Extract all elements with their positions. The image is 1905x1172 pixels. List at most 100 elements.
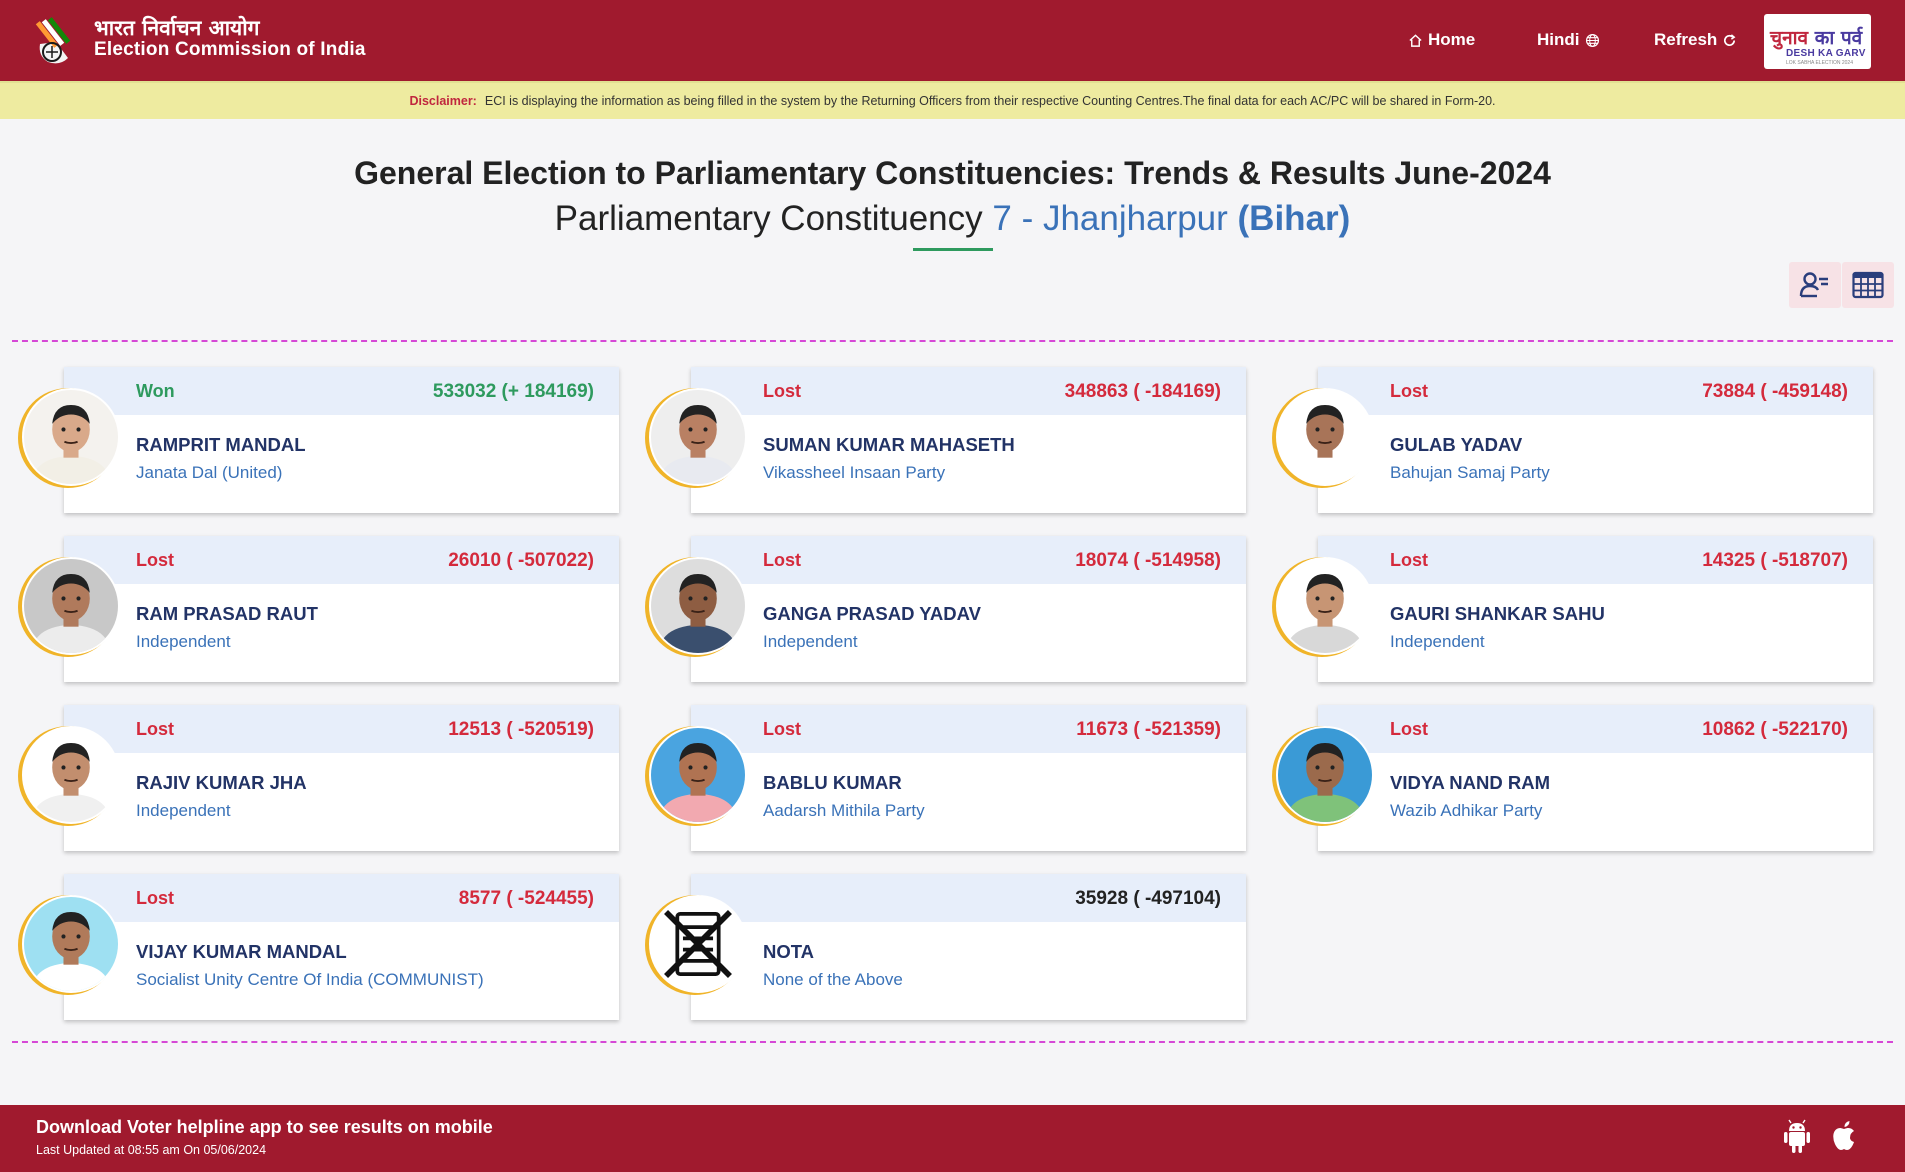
avatar-ring xyxy=(1272,726,1374,826)
avatar xyxy=(649,557,747,655)
footer-app-promo: Download Voter helpline app to see resul… xyxy=(36,1117,493,1137)
android-icon[interactable] xyxy=(1781,1119,1813,1155)
candidates-grid: Won 533032 (+ 184169) RAMPRIT MANDAL Janata… xyxy=(0,0,1905,1172)
candidate-name: GULAB YADAV xyxy=(1390,434,1523,455)
card-header: Lost 14325 ( -518707) xyxy=(1318,536,1873,584)
candidate-card[interactable]: Lost 14325 ( -518707) GAURI SHANKAR SAHU In… xyxy=(1272,536,1873,682)
avatar-ring xyxy=(18,557,120,657)
candidate-name: BABLU KUMAR xyxy=(763,772,902,793)
candidate-photo xyxy=(1278,559,1372,653)
candidate-card[interactable]: Lost 10862 ( -522170) VIDYA NAND RAM Wazib … xyxy=(1272,705,1873,851)
card-header: Lost 73884 ( -459148) xyxy=(1318,367,1873,415)
card-header: Lost 348863 ( -184169) xyxy=(691,367,1246,415)
result-status: Won xyxy=(136,381,175,401)
candidate-party: Aadarsh Mithila Party xyxy=(763,801,925,820)
candidate-name: NOTA xyxy=(763,941,815,962)
vote-count: 18074 ( -514958) xyxy=(1075,550,1221,571)
divider-bottom xyxy=(12,1041,1893,1043)
result-status: Lost xyxy=(136,888,174,908)
candidate-card[interactable]: Lost 26010 ( -507022) RAM PRASAD RAUT Indep… xyxy=(18,536,619,682)
candidate-name: RAM PRASAD RAUT xyxy=(136,603,318,624)
avatar-ring xyxy=(645,726,747,826)
avatar-ring xyxy=(645,388,747,488)
candidate-card[interactable]: Lost 12513 ( -520519) RAJIV KUMAR JHA Indep… xyxy=(18,705,619,851)
nota-icon xyxy=(651,897,745,991)
vote-count: 11673 ( -521359) xyxy=(1076,719,1221,740)
card-header: Lost 11673 ( -521359) xyxy=(691,705,1246,753)
candidate-photo xyxy=(24,897,118,991)
avatar-ring xyxy=(18,388,120,488)
vote-count: 26010 ( -507022) xyxy=(448,550,594,571)
candidate-photo xyxy=(651,559,745,653)
candidate-name: RAJIV KUMAR JHA xyxy=(136,772,307,793)
vote-count: 533032 (+ 184169) xyxy=(432,381,594,402)
candidate-name: GAURI SHANKAR SAHU xyxy=(1390,603,1605,624)
candidate-photo xyxy=(1278,390,1372,484)
card-header: Lost 10862 ( -522170) xyxy=(1318,705,1873,753)
card-header: 35928 ( -497104) xyxy=(691,874,1246,922)
card-header: Lost 8577 ( -524455) xyxy=(64,874,619,922)
candidate-name: SUMAN KUMAR MAHASETH xyxy=(763,434,1015,455)
candidate-party: Independent xyxy=(1390,632,1485,651)
vote-count: 14325 ( -518707) xyxy=(1702,550,1848,571)
result-status: Lost xyxy=(1390,719,1428,739)
candidate-party: Janata Dal (United) xyxy=(136,463,283,482)
result-status: Lost xyxy=(1390,550,1428,570)
candidate-party: Independent xyxy=(763,632,858,651)
candidate-photo xyxy=(24,390,118,484)
avatar-ring xyxy=(645,895,747,995)
candidate-party: Independent xyxy=(136,801,231,820)
avatar xyxy=(22,557,120,655)
candidate-photo xyxy=(651,728,745,822)
candidate-party: Wazib Adhikar Party xyxy=(1390,801,1543,820)
vote-count: 73884 ( -459148) xyxy=(1702,381,1848,402)
avatar-ring xyxy=(645,557,747,657)
result-status: Lost xyxy=(763,381,801,401)
candidate-party: Independent xyxy=(136,632,231,651)
candidate-party: Socialist Unity Centre Of India (COMMUNI… xyxy=(136,970,484,989)
candidate-card[interactable]: 35928 ( -497104) NOTA None of the Above xyxy=(645,874,1246,1020)
avatar xyxy=(649,388,747,486)
candidate-card[interactable]: Lost 11673 ( -521359) BABLU KUMAR Aadarsh M… xyxy=(645,705,1246,851)
footer-last-updated: Last Updated at 08:55 am On 05/06/2024 xyxy=(36,1143,267,1157)
candidate-card[interactable]: Lost 348863 ( -184169) SUMAN KUMAR MAHASET… xyxy=(645,367,1246,513)
candidate-photo xyxy=(651,390,745,484)
card-header: Lost 18074 ( -514958) xyxy=(691,536,1246,584)
avatar xyxy=(649,726,747,824)
candidate-name: VIJAY KUMAR MANDAL xyxy=(136,941,347,962)
candidate-name: GANGA PRASAD YADAV xyxy=(763,603,981,624)
avatar xyxy=(649,895,747,993)
apple-icon[interactable] xyxy=(1828,1119,1860,1155)
card-header: Won 533032 (+ 184169) xyxy=(64,367,619,415)
avatar-ring xyxy=(18,895,120,995)
avatar xyxy=(22,388,120,486)
candidate-card[interactable]: Lost 8577 ( -524455) VIJAY KUMAR MANDAL Soc… xyxy=(18,874,619,1020)
candidate-name: RAMPRIT MANDAL xyxy=(136,434,306,455)
avatar xyxy=(22,895,120,993)
avatar-ring xyxy=(18,726,120,826)
candidate-card[interactable]: Won 533032 (+ 184169) RAMPRIT MANDAL Janata… xyxy=(18,367,619,513)
result-status: Lost xyxy=(136,719,174,739)
avatar xyxy=(1276,388,1374,486)
candidate-party: Vikassheel Insaan Party xyxy=(763,463,946,482)
avatar xyxy=(1276,726,1374,824)
footer: Download Voter helpline app to see resul… xyxy=(0,1105,1905,1172)
result-status: Lost xyxy=(763,719,801,739)
avatar xyxy=(1276,557,1374,655)
vote-count: 8577 ( -524455) xyxy=(458,888,594,909)
candidate-photo xyxy=(1278,728,1372,822)
candidate-name: VIDYA NAND RAM xyxy=(1390,772,1551,793)
result-status: Lost xyxy=(763,550,801,570)
candidate-card[interactable]: Lost 18074 ( -514958) GANGA PRASAD YADAV In… xyxy=(645,536,1246,682)
avatar-ring xyxy=(1272,557,1374,657)
vote-count: 35928 ( -497104) xyxy=(1075,888,1221,909)
vote-count: 348863 ( -184169) xyxy=(1064,381,1221,402)
candidate-card[interactable]: Lost 73884 ( -459148) GULAB YADAV Bahujan S… xyxy=(1272,367,1873,513)
candidate-party: Bahujan Samaj Party xyxy=(1390,463,1550,482)
card-header: Lost 12513 ( -520519) xyxy=(64,705,619,753)
vote-count: 10862 ( -522170) xyxy=(1702,719,1848,740)
vote-count: 12513 ( -520519) xyxy=(448,719,594,740)
candidate-photo xyxy=(24,559,118,653)
result-status: Lost xyxy=(1390,381,1428,401)
result-status: Lost xyxy=(136,550,174,570)
